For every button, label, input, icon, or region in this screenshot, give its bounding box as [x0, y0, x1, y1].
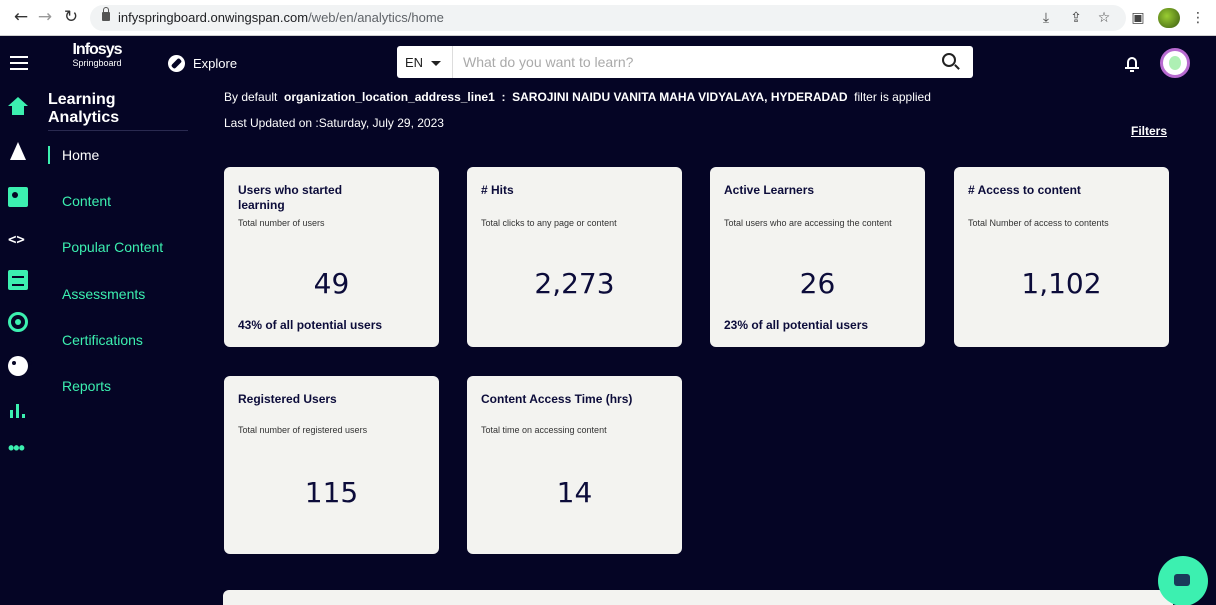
- card-value: 49: [313, 267, 350, 300]
- sidebar-divider: [48, 130, 188, 131]
- sidebar-item-reports[interactable]: Reports: [62, 378, 111, 394]
- browser-toolbar: ← → ↻ infyspringboard.onwingspan.com/web…: [0, 0, 1216, 36]
- analytics-icon[interactable]: [8, 400, 28, 420]
- default-value: SAROJINI NAIDU VANITA MAHA VIDYALAYA, HY…: [512, 90, 848, 104]
- card-footnote: 23% of all potential users: [724, 318, 869, 332]
- browser-profile-icon[interactable]: [1158, 8, 1180, 28]
- bell-icon[interactable]: [1124, 55, 1140, 73]
- logo-line1: Infosys: [72, 41, 122, 58]
- default-suffix: filter is applied: [854, 90, 931, 104]
- badge-icon[interactable]: [8, 187, 28, 207]
- hamburger-icon[interactable]: [10, 56, 28, 70]
- metric-card-content-access-time: Content Access Time (hrs) Total time on …: [467, 376, 682, 554]
- forward-icon[interactable]: →: [34, 6, 56, 28]
- last-updated: Last Updated on :Saturday, July 29, 2023: [224, 116, 444, 130]
- card-title: # Access to content: [968, 183, 1081, 197]
- target-icon[interactable]: [8, 312, 28, 332]
- back-icon[interactable]: ←: [10, 6, 32, 28]
- metric-card-access-to-content: # Access to content Total Number of acce…: [954, 167, 1169, 347]
- community-icon[interactable]: [8, 356, 32, 376]
- star-icon[interactable]: ☆: [1094, 8, 1114, 28]
- sidebar-item-home[interactable]: Home: [62, 147, 99, 163]
- card-description: Total time on accessing content: [481, 425, 607, 435]
- card-title: Active Learners: [724, 183, 815, 197]
- lock-icon: [102, 7, 110, 21]
- card-value: 2,273: [534, 267, 615, 300]
- reload-icon[interactable]: ↻: [60, 6, 82, 28]
- card-value: 115: [304, 476, 359, 509]
- caret-down-icon: [431, 61, 442, 67]
- card-description: Total Number of access to contents: [968, 218, 1109, 228]
- default-sep: :: [501, 90, 506, 104]
- metric-card-hits: # Hits Total clicks to any page or conte…: [467, 167, 682, 347]
- card-description: Total number of registered users: [238, 425, 368, 435]
- card-value: 26: [799, 267, 836, 300]
- sidebar-item-content[interactable]: Content: [62, 193, 111, 209]
- address-bar[interactable]: infyspringboard.onwingspan.com/web/en/an…: [90, 5, 1126, 31]
- search-input[interactable]: [453, 46, 973, 78]
- card-value: 14: [556, 476, 593, 509]
- sidebar-item-popular-content[interactable]: Popular Content: [62, 239, 163, 255]
- default-filter-info: By default organization_location_address…: [224, 90, 931, 104]
- chat-support-button[interactable]: [1158, 556, 1208, 605]
- default-field: organization_location_address_line1: [284, 90, 495, 104]
- card-value: 1,102: [1021, 267, 1102, 300]
- metric-card-active-learners: Active Learners Total users who are acce…: [710, 167, 925, 347]
- url-text: infyspringboard.onwingspan.com/web/en/an…: [118, 10, 444, 25]
- sidebar-item-assessments[interactable]: Assessments: [62, 286, 145, 302]
- chat-icon[interactable]: [8, 270, 28, 290]
- metric-card-registered-users: Registered Users Total number of registe…: [224, 376, 439, 554]
- card-description: Total users who are accessing the conten…: [724, 218, 892, 228]
- metric-card-users-started: Users who started learning Total number …: [224, 167, 439, 347]
- sidebar-item-certifications[interactable]: Certifications: [62, 332, 143, 348]
- more-icon[interactable]: •••: [8, 439, 28, 460]
- url-host: infyspringboard.onwingspan.com: [118, 10, 309, 25]
- card-title: Users who started learning: [238, 183, 343, 212]
- language-value: EN: [405, 55, 424, 70]
- avatar[interactable]: [1160, 48, 1190, 78]
- code-icon[interactable]: <>: [8, 230, 28, 250]
- explore-button[interactable]: Explore: [168, 55, 237, 72]
- filters-link[interactable]: Filters: [1131, 124, 1167, 138]
- compass-icon: [168, 55, 185, 72]
- sidebar-title: Learning Analytics: [48, 91, 120, 126]
- card-title: Registered Users: [238, 392, 337, 406]
- home-icon[interactable]: [8, 97, 28, 117]
- card-title: Content Access Time (hrs): [481, 392, 633, 406]
- card-title: # Hits: [481, 183, 514, 197]
- navigation-icon[interactable]: [8, 142, 28, 162]
- search-icon[interactable]: [942, 53, 956, 67]
- share-icon[interactable]: ⇪: [1066, 8, 1086, 28]
- card-description: Total number of users: [238, 218, 325, 228]
- active-indicator: [48, 146, 50, 164]
- default-prefix: By default: [224, 90, 278, 104]
- bottom-panel: [223, 590, 1173, 605]
- logo-line2: Springboard: [72, 58, 122, 68]
- card-description: Total clicks to any page or content: [481, 218, 617, 228]
- install-icon[interactable]: ⤓: [1036, 8, 1056, 28]
- card-footnote: 43% of all potential users: [238, 318, 383, 332]
- language-select[interactable]: EN: [397, 46, 453, 78]
- url-path: /web/en/analytics/home: [308, 10, 444, 25]
- side-panel-icon[interactable]: ▣: [1128, 8, 1148, 28]
- explore-label: Explore: [193, 56, 238, 71]
- infosys-logo[interactable]: Infosys Springboard: [68, 41, 126, 69]
- menu-kebab-icon[interactable]: ⋮: [1188, 8, 1208, 28]
